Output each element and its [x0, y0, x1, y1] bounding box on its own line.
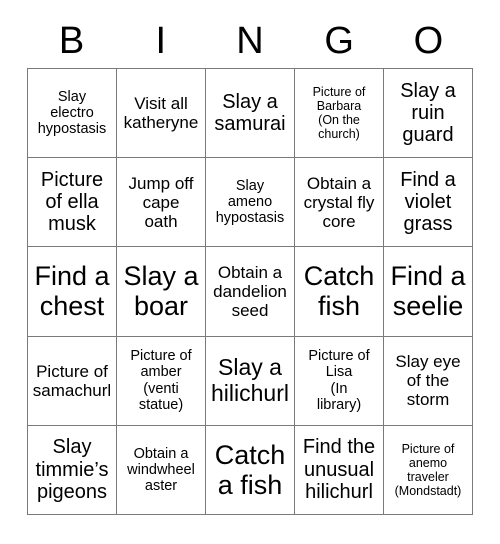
bingo-cell-text: Catch a fish: [214, 439, 286, 500]
bingo-header-letter-n: N: [236, 20, 264, 62]
bingo-cell-text: Slay a samurai: [214, 90, 286, 136]
bingo-cell-r4c5[interactable]: Slay eye of the storm: [384, 336, 473, 426]
bingo-cell-text: Slay a ruin guard: [400, 79, 456, 147]
bingo-cell-text: Slay a boar: [123, 261, 199, 322]
bingo-cell-r5c1[interactable]: Slay timmie’s pigeons: [28, 425, 117, 515]
bingo-cell-text: Find a seelie: [390, 261, 466, 322]
bingo-cell-text: Slay eye of the storm: [395, 352, 461, 410]
bingo-cell-text: Visit all katheryne: [123, 94, 199, 133]
bingo-card: B I N G O Slay electro hypostasis Visit all k…: [0, 0, 500, 544]
bingo-cell-r3c2[interactable]: Slay a boar: [117, 247, 206, 337]
bingo-cell-r3c4[interactable]: Catch fish: [295, 247, 384, 337]
bingo-cell-text: Picture of ella musk: [40, 168, 104, 236]
bingo-cell-text: Catch fish: [303, 261, 375, 322]
bingo-cell-text: Obtain a dandelion seed: [213, 262, 287, 320]
bingo-cell-text: Picture of samachurl: [32, 361, 112, 400]
bingo-cell-r4c1[interactable]: Picture of samachurl: [28, 336, 117, 426]
bingo-cell-r5c3[interactable]: Catch a fish: [206, 425, 295, 515]
bingo-cell-r5c4[interactable]: Find the unusual hilichurl: [295, 425, 384, 515]
bingo-cell-text: Picture of amber (venti statue): [130, 348, 192, 413]
bingo-cell-text: Slay timmie’s pigeons: [35, 436, 109, 504]
bingo-cell-r1c5[interactable]: Slay a ruin guard: [384, 69, 473, 159]
bingo-cell-r4c3[interactable]: Slay a hilichurl: [206, 336, 295, 426]
bingo-cell-r3c3[interactable]: Obtain a dandelion seed: [206, 247, 295, 337]
bingo-cell-text: Find a violet grass: [400, 168, 456, 236]
bingo-header-letter-i: I: [155, 20, 167, 62]
bingo-cell-text: Jump off cape oath: [128, 173, 194, 231]
bingo-cell-r4c4[interactable]: Picture of Lisa (In library): [295, 336, 384, 426]
bingo-cell-r5c2[interactable]: Obtain a windwheel aster: [117, 425, 206, 515]
bingo-cell-r3c5[interactable]: Find a seelie: [384, 247, 473, 337]
bingo-cell-r4c2[interactable]: Picture of amber (venti statue): [117, 336, 206, 426]
bingo-cell-text: Find the unusual hilichurl: [302, 436, 376, 504]
bingo-cell-text: Find a chest: [34, 261, 110, 322]
bingo-cell-r3c1[interactable]: Find a chest: [28, 247, 117, 337]
bingo-cell-r1c1[interactable]: Slay electro hypostasis: [28, 69, 117, 159]
bingo-cell-text: Picture of anemo traveler (Mondstadt): [394, 441, 462, 498]
bingo-cell-r1c4[interactable]: Picture of Barbara (On the church): [295, 69, 384, 159]
bingo-cell-r1c3[interactable]: Slay a samurai: [206, 69, 295, 159]
bingo-cell-r2c2[interactable]: Jump off cape oath: [117, 158, 206, 248]
bingo-header-letter-g: G: [324, 20, 354, 62]
bingo-cell-text: Slay electro hypostasis: [37, 88, 107, 138]
bingo-cell-text: Obtain a crystal fly core: [303, 173, 375, 231]
bingo-cell-r2c5[interactable]: Find a violet grass: [384, 158, 473, 248]
bingo-grid: Slay electro hypostasis Visit all kathery…: [27, 68, 473, 515]
bingo-cell-r2c4[interactable]: Obtain a crystal fly core: [295, 158, 384, 248]
bingo-cell-r2c1[interactable]: Picture of ella musk: [28, 158, 117, 248]
bingo-cell-r1c2[interactable]: Visit all katheryne: [117, 69, 206, 159]
bingo-header-letter-o: O: [413, 20, 444, 62]
bingo-cell-r5c5[interactable]: Picture of anemo traveler (Mondstadt): [384, 425, 473, 515]
bingo-cell-text: Picture of Lisa (In library): [308, 348, 370, 413]
bingo-header-letter-b: B: [58, 20, 85, 62]
bingo-header: BINGO: [27, 14, 473, 68]
bingo-cell-r2c3[interactable]: Slay ameno hypostasis: [206, 158, 295, 248]
bingo-cell-text: Picture of Barbara (On the church): [312, 85, 366, 142]
bingo-cell-text: Slay a hilichurl: [211, 353, 289, 406]
bingo-cell-text: Obtain a windwheel aster: [127, 445, 195, 494]
bingo-cell-text: Slay ameno hypostasis: [215, 177, 285, 227]
